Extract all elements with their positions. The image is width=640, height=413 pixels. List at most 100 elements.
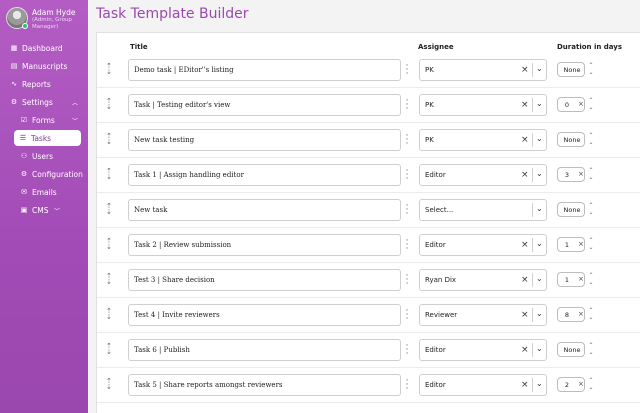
more-options-icon[interactable]: · · · [404, 377, 410, 394]
task-title-input[interactable]: New task testing [128, 129, 401, 151]
sidebar-item-users[interactable]: ⚇ Users [19, 148, 84, 164]
drag-handle-icon[interactable]: ⇡ ⇣ [105, 168, 113, 181]
sidebar-item-manuscripts[interactable]: ▤ Manuscripts [9, 58, 84, 74]
assignee-select[interactable]: Ryan Dix × ⌄ [419, 269, 547, 291]
chevron-down-icon[interactable]: ⌄ [536, 64, 543, 73]
more-options-icon[interactable]: · · · [404, 132, 410, 149]
clear-icon[interactable]: × [521, 135, 529, 145]
more-options-icon[interactable]: · · · [404, 62, 410, 79]
chevron-down-icon[interactable]: ⌄ [536, 204, 543, 213]
assignee-select[interactable]: Reviewer × ⌄ [419, 304, 547, 326]
assignee-select[interactable]: Editor × ⌄ [419, 234, 547, 256]
duration-input[interactable]: 1 × [557, 237, 585, 252]
user-profile[interactable]: Adam Hyde (Admin, Group Manager) [6, 7, 88, 35]
stepper-icon[interactable]: ⌃ ⌄ [587, 237, 595, 252]
stepper-icon[interactable]: ⌃ ⌄ [587, 167, 595, 182]
clear-icon[interactable]: × [521, 240, 529, 250]
drag-handle-icon[interactable]: ⇡ ⇣ [105, 238, 113, 251]
clear-icon[interactable]: × [521, 170, 529, 180]
task-title-input[interactable]: Task 2 | Review submission [128, 234, 401, 256]
clear-icon[interactable]: × [521, 310, 529, 320]
clear-icon[interactable]: × [578, 240, 584, 248]
chevron-down-icon[interactable]: ⌄ [536, 99, 543, 108]
chevron-down-icon[interactable]: ⌄ [536, 379, 543, 388]
drag-handle-icon[interactable]: ⇡ ⇣ [105, 203, 113, 216]
stepper-icon[interactable]: ⌃ ⌄ [587, 202, 595, 217]
chevron-down-icon[interactable]: ﹀ [54, 206, 60, 215]
more-options-icon[interactable]: · · · [404, 237, 410, 254]
assignee-select[interactable]: PK × ⌄ [419, 129, 547, 151]
task-title-input[interactable]: Task 5 | Share reports amongst reviewers [128, 374, 401, 396]
chevron-down-icon[interactable]: ⌄ [536, 239, 543, 248]
drag-handle-icon[interactable]: ⇡ ⇣ [105, 98, 113, 111]
select-divider [532, 273, 533, 287]
assignee-select[interactable]: PK × ⌄ [419, 59, 547, 81]
task-title-input[interactable]: Demo task | EDitor''s listing [128, 59, 401, 81]
more-options-icon[interactable]: · · · [404, 97, 410, 114]
clear-icon[interactable]: × [578, 380, 584, 388]
chevron-down-icon[interactable]: ⌄ [536, 274, 543, 283]
clear-icon[interactable]: × [578, 275, 584, 283]
drag-handle-icon[interactable]: ⇡ ⇣ [105, 273, 113, 286]
assignee-select[interactable]: Select... ⌄ [419, 199, 547, 221]
task-title-input[interactable]: New task [128, 199, 401, 221]
assignee-select[interactable]: PK × ⌄ [419, 94, 547, 116]
more-options-icon[interactable]: · · · [404, 342, 410, 359]
chevron-down-icon[interactable]: ﹀ [72, 116, 78, 125]
clear-icon[interactable]: × [521, 345, 529, 355]
duration-input[interactable]: 3 × [557, 167, 585, 182]
duration-input[interactable]: None [557, 202, 585, 217]
more-options-icon[interactable]: · · · [404, 167, 410, 184]
duration-input[interactable]: 2 × [557, 377, 585, 392]
duration-input[interactable]: None [557, 342, 585, 357]
task-title-input[interactable]: Test 4 | Invite reviewers [128, 304, 401, 326]
drag-handle-icon[interactable]: ⇡ ⇣ [105, 308, 113, 321]
chevron-down-icon[interactable]: ⌄ [536, 309, 543, 318]
duration-input[interactable]: None [557, 62, 585, 77]
drag-handle-icon[interactable]: ⇡ ⇣ [105, 343, 113, 356]
sidebar-item-tasks[interactable]: ☰ Tasks [14, 130, 81, 146]
stepper-icon[interactable]: ⌃ ⌄ [587, 307, 595, 322]
task-title-input[interactable]: Task | Testing editor's view [128, 94, 401, 116]
more-options-icon[interactable]: · · · [404, 202, 410, 219]
clear-icon[interactable]: × [521, 65, 529, 75]
duration-input[interactable]: 8 × [557, 307, 585, 322]
duration-input[interactable]: 0 × [557, 97, 585, 112]
stepper-icon[interactable]: ⌃ ⌄ [587, 272, 595, 287]
duration-input[interactable]: None [557, 132, 585, 147]
stepper-icon[interactable]: ⌃ ⌄ [587, 132, 595, 147]
assignee-select[interactable]: Editor × ⌄ [419, 339, 547, 361]
sidebar-item-dashboard[interactable]: ▦ Dashboard [9, 40, 84, 56]
assignee-select[interactable]: Editor × ⌄ [419, 374, 547, 396]
clear-icon[interactable]: × [578, 310, 584, 318]
drag-handle-icon[interactable]: ⇡ ⇣ [105, 133, 113, 146]
clear-icon[interactable]: × [578, 170, 584, 178]
sidebar-item-settings[interactable]: ⚙ Settings ︿ [9, 94, 84, 110]
chevron-down-icon[interactable]: ⌄ [536, 134, 543, 143]
clear-icon[interactable]: × [521, 380, 529, 390]
sidebar-item-cms[interactable]: ▣ CMS ﹀ [19, 202, 84, 218]
task-title-input[interactable]: Task 6 | Publish [128, 339, 401, 361]
sidebar-item-emails[interactable]: ✉ Emails [19, 184, 84, 200]
stepper-icon[interactable]: ⌃ ⌄ [587, 342, 595, 357]
drag-handle-icon[interactable]: ⇡ ⇣ [105, 63, 113, 76]
duration-input[interactable]: 1 × [557, 272, 585, 287]
sidebar-item-reports[interactable]: ∿ Reports [9, 76, 84, 92]
drag-handle-icon[interactable]: ⇡ ⇣ [105, 378, 113, 391]
sidebar-item-forms[interactable]: ☑ Forms ﹀ [19, 112, 84, 128]
chevron-up-icon[interactable]: ︿ [72, 98, 78, 107]
clear-icon[interactable]: × [578, 100, 584, 108]
clear-icon[interactable]: × [521, 275, 529, 285]
assignee-select[interactable]: Editor × ⌄ [419, 164, 547, 186]
sidebar-item-configuration[interactable]: ⚙ Configuration [19, 166, 84, 182]
clear-icon[interactable]: × [521, 100, 529, 110]
stepper-icon[interactable]: ⌃ ⌄ [587, 97, 595, 112]
task-title-input[interactable]: Task 1 | Assign handling editor [128, 164, 401, 186]
stepper-icon[interactable]: ⌃ ⌄ [587, 377, 595, 392]
chevron-down-icon[interactable]: ⌄ [536, 344, 543, 353]
task-title-input[interactable]: Test 3 | Share decision [128, 269, 401, 291]
chevron-down-icon[interactable]: ⌄ [536, 169, 543, 178]
stepper-icon[interactable]: ⌃ ⌄ [587, 62, 595, 77]
more-options-icon[interactable]: · · · [404, 307, 410, 324]
more-options-icon[interactable]: · · · [404, 272, 410, 289]
